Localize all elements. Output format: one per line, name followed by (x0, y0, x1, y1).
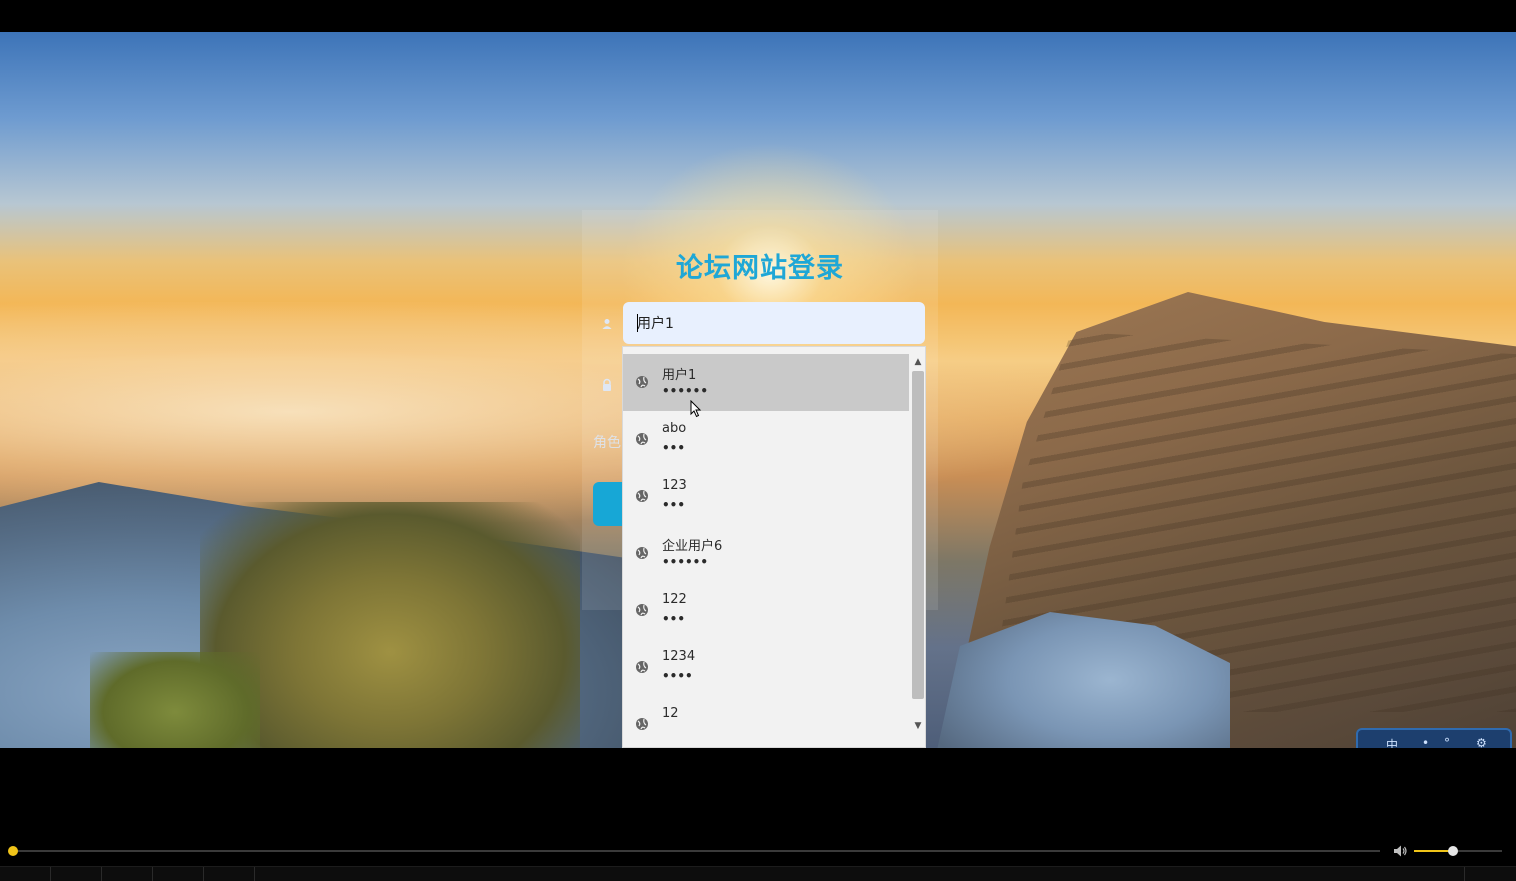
autocomplete-item[interactable]: 企业用户6 •••••• (623, 525, 909, 582)
seek-handle[interactable] (8, 846, 18, 856)
globe-icon (636, 661, 648, 673)
bar-divider (152, 867, 153, 881)
bar-divider (254, 867, 255, 881)
ime-toolbar[interactable]: 中 • ° ⚙ (1356, 728, 1512, 748)
globe-icon (636, 718, 648, 730)
autocomplete-username: 12 (662, 706, 679, 721)
moss-patch (90, 652, 260, 748)
globe-icon (636, 490, 648, 502)
user-icon (600, 317, 614, 331)
autocomplete-password: ••• (662, 612, 686, 626)
autocomplete-username: 123 (662, 478, 687, 493)
autocomplete-username: 企业用户6 (662, 539, 723, 554)
autocomplete-item[interactable]: 1234 •••• (623, 639, 909, 696)
autocomplete-dropdown[interactable]: 用户1 •••••• abo ••• 123 ••• 企业用户6 •••••• … (622, 346, 926, 748)
autocomplete-username: 用户1 (662, 368, 697, 383)
bar-divider (203, 867, 204, 881)
volume-icon[interactable] (1392, 843, 1408, 859)
autocomplete-password: ••• (662, 498, 686, 512)
autocomplete-item[interactable]: 用户1 •••••• (623, 354, 909, 411)
ime-width-toggle[interactable]: ° (1444, 736, 1450, 748)
volume-handle[interactable] (1448, 846, 1458, 856)
username-input[interactable] (623, 302, 925, 344)
globe-icon (636, 376, 648, 388)
scrollbar-thumb[interactable] (912, 371, 924, 699)
autocomplete-username: 1234 (662, 649, 696, 664)
role-label: 角色 (593, 435, 621, 451)
autocomplete-password: •••••• (662, 555, 709, 569)
seek-bar[interactable] (14, 850, 1380, 852)
bar-divider (101, 867, 102, 881)
bar-divider (1464, 867, 1465, 881)
scroll-up-icon[interactable]: ▲ (910, 355, 925, 369)
autocomplete-password: •••• (662, 669, 693, 683)
globe-icon (636, 604, 648, 616)
autocomplete-password: •••••• (662, 384, 709, 398)
ime-settings-icon[interactable]: ⚙ (1476, 736, 1487, 748)
autocomplete-username: abo (662, 421, 687, 436)
autocomplete-item[interactable]: 12 (623, 696, 909, 747)
ime-punctuation-toggle[interactable]: • (1422, 736, 1429, 748)
autocomplete-password: ••• (662, 441, 686, 455)
login-title: 论坛网站登录 (676, 253, 844, 284)
autocomplete-username: 122 (662, 592, 687, 607)
autocomplete-item[interactable]: 122 ••• (623, 582, 909, 639)
globe-icon (636, 547, 648, 559)
bar-divider (50, 867, 51, 881)
autocomplete-item[interactable]: abo ••• (623, 411, 909, 468)
autocomplete-item[interactable]: 123 ••• (623, 468, 909, 525)
player-bottom-bar (0, 866, 1516, 881)
dropdown-scrollbar[interactable]: ▲ ▼ (910, 351, 925, 747)
scroll-down-icon[interactable]: ▼ (910, 719, 925, 733)
mouse-pointer-icon (690, 400, 702, 418)
text-caret (637, 314, 638, 332)
lock-icon (600, 378, 614, 392)
ime-language-toggle[interactable]: 中 (1386, 736, 1398, 748)
globe-icon (636, 433, 648, 445)
